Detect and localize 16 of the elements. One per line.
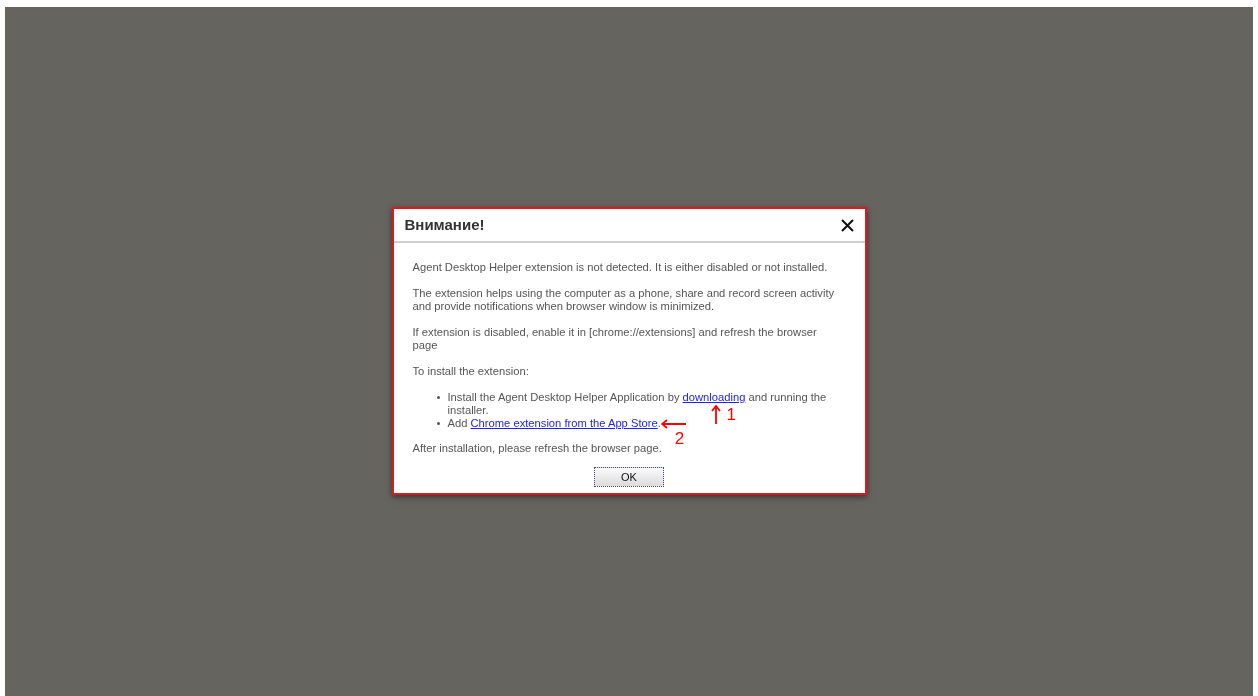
ok-button[interactable]: OK xyxy=(594,467,664,487)
annotation-number: 1 xyxy=(726,405,737,425)
dialog-title: Внимание! xyxy=(404,214,485,235)
close-icon[interactable] xyxy=(840,218,854,232)
link[interactable]: Chrome extension from the App Store xyxy=(470,417,658,429)
dialog-text: The extension helps using the computer as a phone, share and record screen activity and provide notifications when browser window is minimized. xyxy=(412,287,836,313)
dialog-text: Agent Desktop Helper extension is not detected. It is either disabled or not installed. xyxy=(412,261,829,274)
link[interactable]: downloading xyxy=(682,391,746,403)
arrow-icon xyxy=(710,405,721,425)
dialog-text: To install the extension: xyxy=(412,365,530,378)
dialog-text: After installation, please refresh the browser page. xyxy=(412,442,663,455)
bullet-icon xyxy=(436,422,440,425)
dialog-text: If extension is disabled, enable it in [chrome://extensions] and refresh the browser page xyxy=(412,326,818,352)
annotation-number: 2 xyxy=(674,429,685,449)
arrow-icon xyxy=(660,419,687,430)
bullet-icon xyxy=(436,396,440,399)
